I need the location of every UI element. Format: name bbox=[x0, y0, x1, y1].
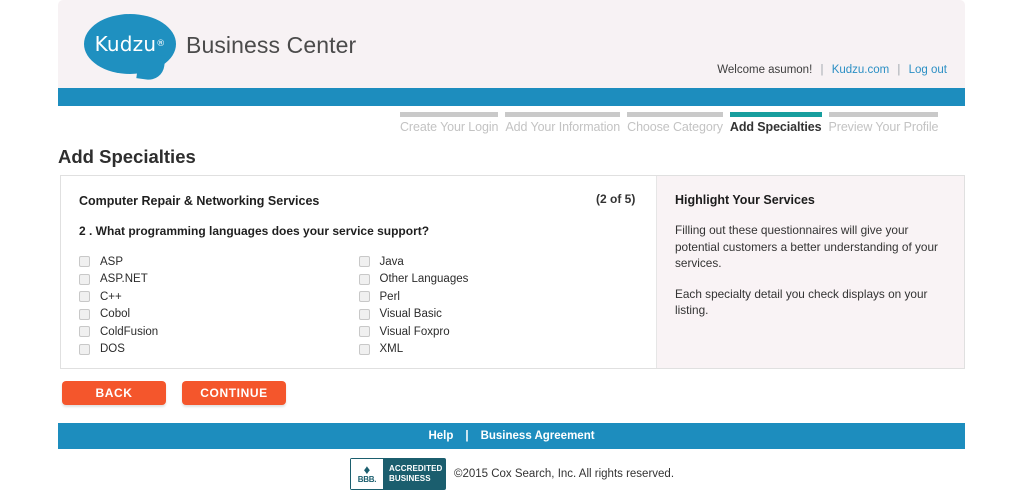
step-label: Add Your Information bbox=[505, 120, 621, 134]
step-preview-your-profile[interactable]: Preview Your Profile bbox=[828, 112, 939, 134]
step-bar bbox=[400, 112, 499, 117]
checkbox-icon[interactable] bbox=[79, 273, 90, 285]
footer-separator: | bbox=[465, 430, 469, 442]
option-label: Perl bbox=[379, 290, 400, 303]
checkbox-icon[interactable] bbox=[358, 291, 370, 303]
checkbox-icon[interactable] bbox=[358, 256, 370, 268]
checkbox-icon[interactable] bbox=[79, 291, 90, 303]
bbb-business-label: BUSINESS bbox=[388, 474, 431, 483]
option-label: C++ bbox=[100, 290, 122, 303]
help-panel-paragraph-2: Each specialty detail you check displays… bbox=[675, 286, 928, 318]
bbb-accredited-label: ACCREDITED bbox=[388, 464, 443, 473]
question-text: 2 . What programming languages does your… bbox=[79, 224, 430, 238]
bbb-accredited-business-badge[interactable]: ♦ BBB. ACCREDITED BUSINESS bbox=[349, 458, 446, 490]
option-label: DOS bbox=[100, 343, 125, 356]
form-actions: BACK CONTINUE bbox=[62, 381, 286, 405]
checkbox-row-visual-basic[interactable]: Visual Basic bbox=[358, 306, 639, 324]
logout-link[interactable]: Log out bbox=[909, 64, 947, 76]
checkbox-icon[interactable] bbox=[79, 256, 90, 268]
help-link[interactable]: Help bbox=[428, 430, 453, 442]
step-create-your-login[interactable]: Create Your Login bbox=[400, 112, 498, 134]
checkbox-row-xml[interactable]: XML bbox=[358, 341, 639, 359]
checkbox-icon[interactable] bbox=[358, 343, 370, 355]
option-label: Other Languages bbox=[379, 273, 469, 286]
bbb-torch-glyph: ♦ bbox=[363, 462, 371, 477]
option-label: XML bbox=[379, 343, 404, 356]
step-label: Add Specialties bbox=[729, 120, 822, 134]
back-button[interactable]: BACK bbox=[62, 381, 166, 405]
option-label: Visual Basic bbox=[379, 308, 442, 321]
options-column-left: ASP ASP.NET C++ Cobol ColdFusion DOS bbox=[79, 253, 359, 358]
checkbox-row-asp[interactable]: ASP bbox=[79, 253, 359, 271]
specialties-card: Computer Repair & Networking Services (2… bbox=[60, 175, 965, 369]
checkbox-row-asp-net[interactable]: ASP.NET bbox=[79, 271, 359, 289]
header-separator-1: | bbox=[820, 64, 824, 76]
logo-text: Kudzu bbox=[94, 32, 157, 56]
checkbox-icon[interactable] bbox=[358, 273, 370, 285]
step-add-your-information[interactable]: Add Your Information bbox=[505, 112, 620, 134]
bbb-abbr-label: BBB. bbox=[357, 475, 377, 484]
step-bar bbox=[828, 112, 939, 117]
welcome-text: Welcome asumon! bbox=[717, 64, 813, 76]
checkbox-row-perl[interactable]: Perl bbox=[358, 288, 639, 306]
option-label: Java bbox=[379, 255, 404, 268]
options-column-right: Java Other Languages Perl Visual Basic V… bbox=[358, 253, 639, 359]
category-heading: Computer Repair & Networking Services bbox=[79, 194, 320, 208]
kudzu-logo[interactable]: Kudzu ® bbox=[84, 14, 180, 82]
step-label: Choose Category bbox=[627, 120, 723, 134]
checkbox-row-visual-foxpro[interactable]: Visual Foxpro bbox=[358, 323, 639, 341]
options-grid: ASP ASP.NET C++ Cobol ColdFusion DOS Jav… bbox=[79, 253, 638, 358]
header-separator-2: | bbox=[897, 64, 901, 76]
checkbox-row-cpp[interactable]: C++ bbox=[79, 288, 359, 306]
option-label: ColdFusion bbox=[100, 325, 159, 338]
checkbox-row-cobol[interactable]: Cobol bbox=[79, 306, 359, 324]
continue-button[interactable]: CONTINUE bbox=[182, 381, 286, 405]
bbb-badge-text: ACCREDITED BUSINESS bbox=[384, 464, 446, 484]
footer-nav: Help | Business Agreement bbox=[58, 423, 965, 449]
questionnaire-section: Computer Repair & Networking Services (2… bbox=[61, 176, 656, 368]
header-links: Welcome asumon! | Kudzu.com | Log out bbox=[717, 64, 947, 76]
kudzu-com-link[interactable]: Kudzu.com bbox=[832, 64, 890, 76]
site-header: Kudzu ® Business Center Welcome asumon! |… bbox=[58, 0, 965, 88]
option-label: ASP.NET bbox=[100, 273, 148, 286]
step-label: Preview Your Profile bbox=[828, 120, 939, 134]
step-add-specialties[interactable]: Add Specialties bbox=[729, 112, 822, 134]
progress-steps: Create Your Login Add Your Information C… bbox=[400, 112, 965, 138]
header-blue-bar bbox=[58, 88, 965, 106]
help-panel: Highlight Your Services Filling out thes… bbox=[656, 176, 964, 368]
logo-wordmark: Kudzu ® bbox=[84, 14, 176, 74]
checkbox-row-coldfusion[interactable]: ColdFusion bbox=[79, 323, 359, 341]
footer-bottom: ♦ BBB. ACCREDITED BUSINESS ©2015 Cox Sea… bbox=[0, 458, 1024, 490]
checkbox-row-dos[interactable]: DOS bbox=[79, 341, 359, 359]
step-bar bbox=[505, 112, 621, 117]
step-bar bbox=[627, 112, 723, 117]
checkbox-icon[interactable] bbox=[79, 343, 90, 355]
help-panel-paragraph-1: Filling out these questionnaires will gi… bbox=[675, 223, 938, 270]
business-agreement-link[interactable]: Business Agreement bbox=[481, 430, 595, 442]
checkbox-row-java[interactable]: Java bbox=[358, 253, 639, 271]
step-bar-active bbox=[729, 112, 822, 117]
checkbox-icon[interactable] bbox=[79, 308, 90, 320]
checkbox-icon[interactable] bbox=[358, 326, 370, 338]
page-title: Add Specialties bbox=[58, 146, 196, 167]
page-root: Kudzu ® Business Center Welcome asumon! |… bbox=[0, 0, 1024, 501]
option-label: Cobol bbox=[100, 308, 131, 321]
copyright-text: ©2015 Cox Search, Inc. All rights reserv… bbox=[453, 468, 675, 480]
option-label: ASP bbox=[100, 255, 124, 268]
step-choose-category[interactable]: Choose Category bbox=[627, 112, 723, 134]
checkbox-icon[interactable] bbox=[358, 308, 370, 320]
option-label: Visual Foxpro bbox=[379, 325, 450, 338]
checkbox-row-other-languages[interactable]: Other Languages bbox=[358, 271, 639, 289]
site-title: Business Center bbox=[186, 32, 357, 58]
checkbox-icon[interactable] bbox=[79, 326, 90, 338]
logo-registered-mark: ® bbox=[156, 39, 166, 49]
step-label: Create Your Login bbox=[400, 120, 499, 134]
help-panel-title: Highlight Your Services bbox=[675, 193, 815, 207]
bbb-torch-icon: ♦ BBB. bbox=[349, 458, 384, 490]
